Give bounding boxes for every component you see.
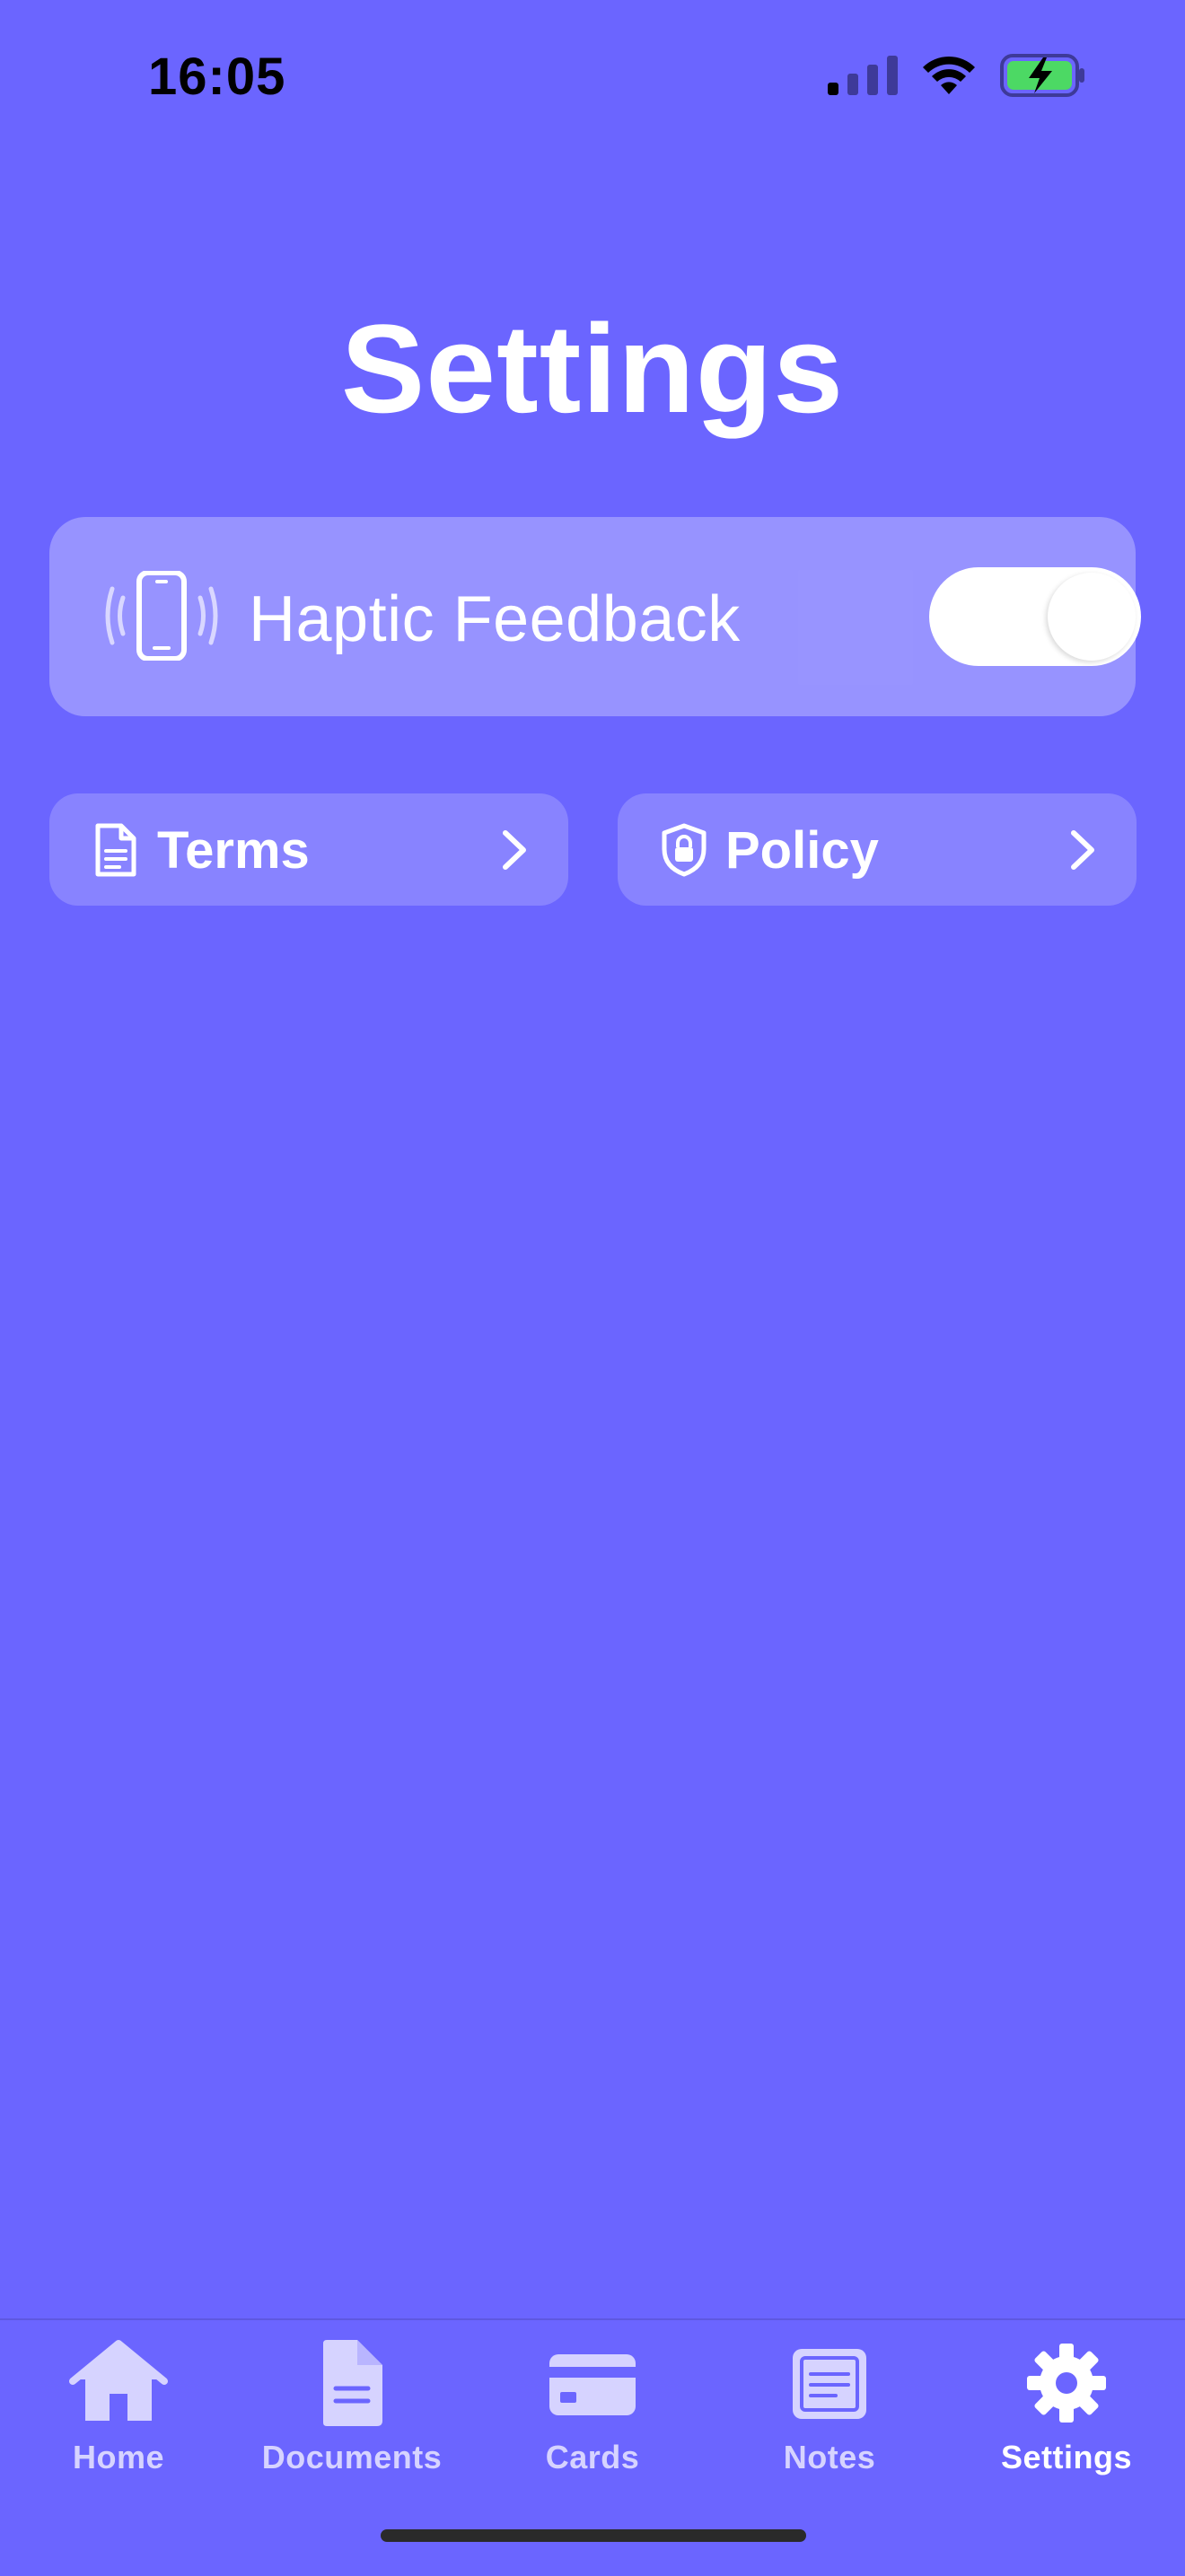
status-time: 16:05 bbox=[148, 48, 286, 106]
gear-icon bbox=[1027, 2344, 1106, 2423]
tab-settings-label: Settings bbox=[1000, 2439, 1132, 2475]
tab-cards-label: Cards bbox=[545, 2439, 640, 2475]
shield-lock-icon bbox=[662, 823, 707, 877]
wifi-icon bbox=[923, 56, 975, 94]
page-title: Settings bbox=[340, 298, 845, 439]
chevron-right-icon bbox=[1071, 830, 1094, 870]
tab-documents-label: Documents bbox=[261, 2439, 443, 2475]
status-bar: 16:05 bbox=[0, 0, 1185, 162]
home-indicator bbox=[381, 2529, 806, 2542]
tab-notes-label: Notes bbox=[783, 2439, 876, 2475]
document-icon bbox=[323, 2340, 382, 2426]
terms-button[interactable]: Terms bbox=[49, 793, 568, 906]
note-icon bbox=[793, 2349, 866, 2419]
tab-notes[interactable]: Notes bbox=[711, 2338, 948, 2509]
tab-cards[interactable]: Cards bbox=[474, 2338, 711, 2509]
chevron-right-icon bbox=[503, 830, 526, 870]
tab-settings[interactable]: Settings bbox=[948, 2338, 1185, 2509]
house-icon bbox=[69, 2340, 168, 2421]
tab-home-label: Home bbox=[72, 2439, 165, 2475]
tab-documents[interactable]: Documents bbox=[233, 2338, 470, 2509]
cellular-signal-icon bbox=[828, 56, 898, 95]
terms-label: Terms bbox=[157, 821, 310, 880]
toggle-knob bbox=[1048, 573, 1136, 661]
tab-home[interactable]: Home bbox=[0, 2338, 237, 2509]
haptic-feedback-row: Haptic Feedback bbox=[49, 517, 1141, 716]
haptic-feedback-toggle[interactable] bbox=[929, 567, 1141, 666]
phone-vibrate-icon bbox=[105, 571, 218, 661]
status-icons bbox=[828, 54, 1086, 97]
battery-charging-icon bbox=[1000, 54, 1084, 97]
haptic-feedback-label: Haptic Feedback bbox=[249, 583, 741, 655]
policy-label: Policy bbox=[725, 821, 879, 880]
document-icon bbox=[95, 823, 136, 877]
credit-card-icon bbox=[549, 2354, 636, 2415]
policy-button[interactable]: Policy bbox=[618, 793, 1137, 906]
